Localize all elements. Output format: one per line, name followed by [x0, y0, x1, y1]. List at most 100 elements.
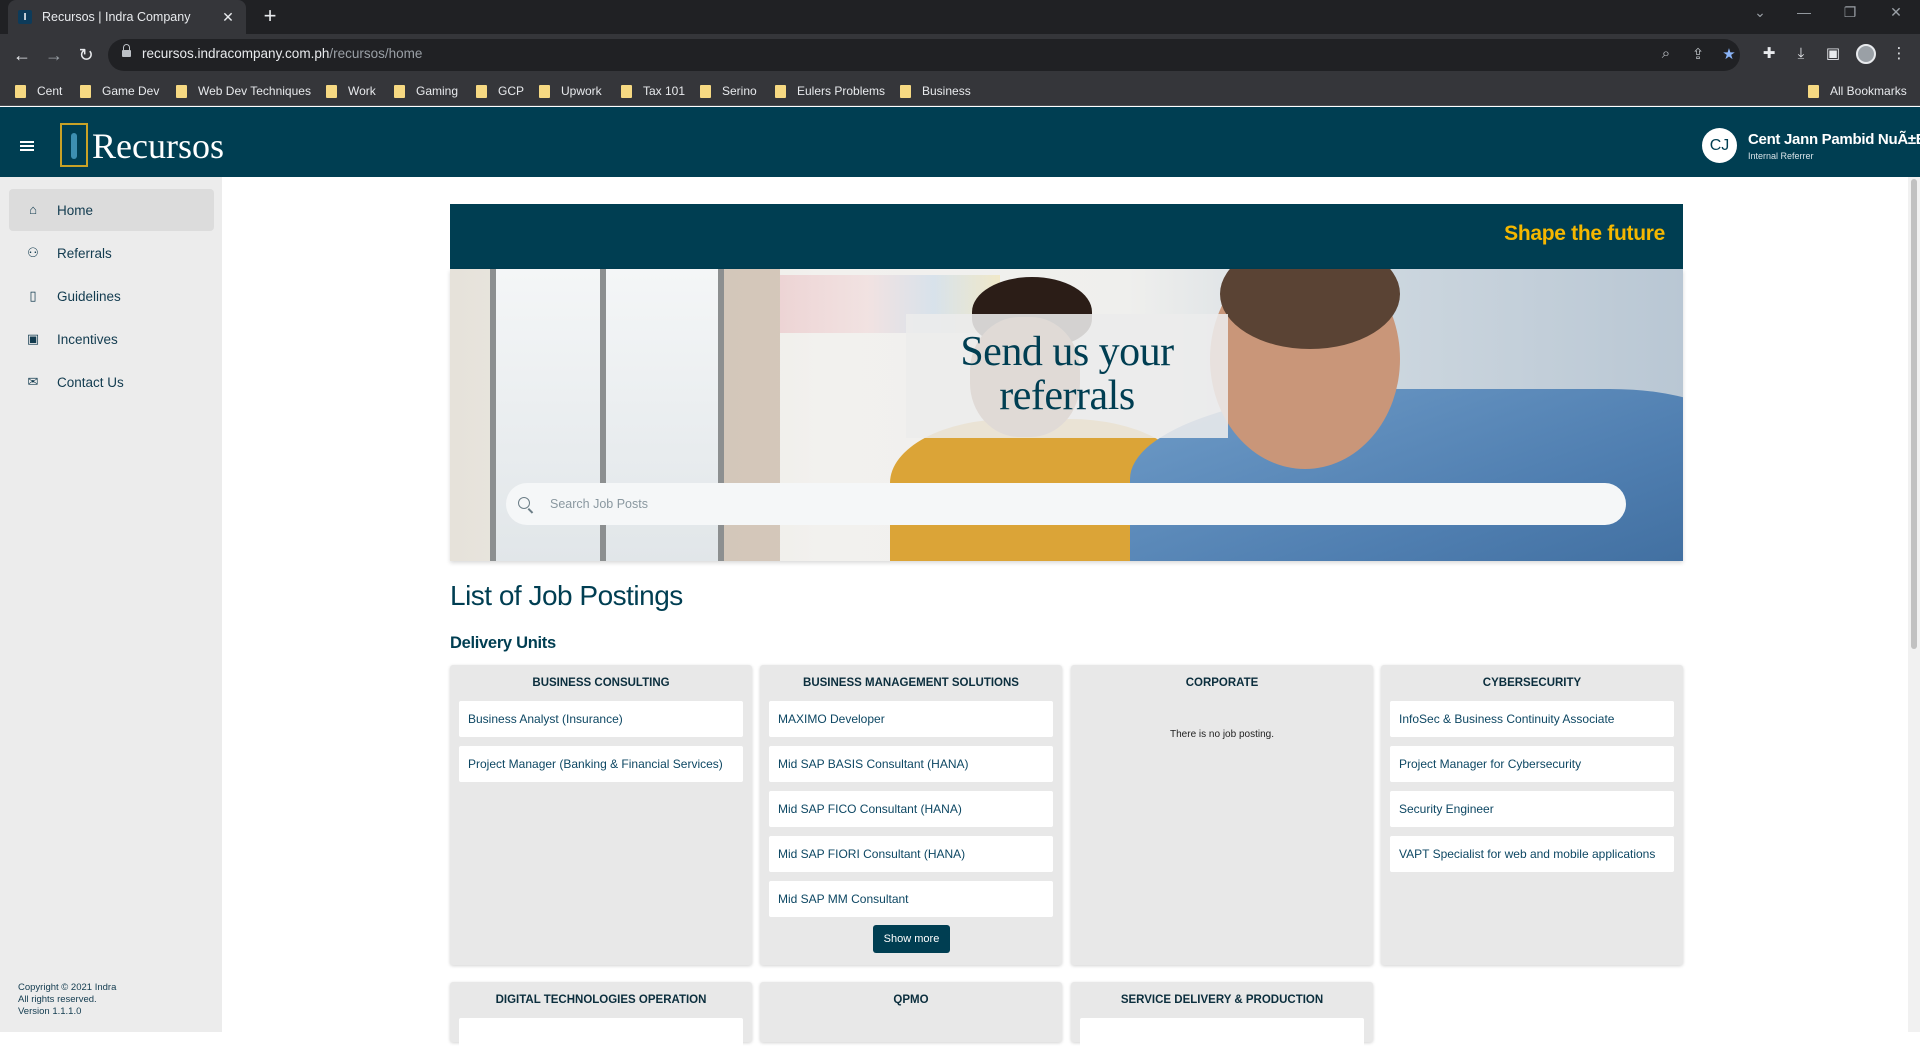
- job-posting-link[interactable]: [1080, 1018, 1364, 1054]
- search-bar[interactable]: [506, 483, 1626, 525]
- tab-title: Recursos | Indra Company: [42, 10, 191, 24]
- job-posting-link[interactable]: Mid SAP BASIS Consultant (HANA): [769, 746, 1053, 782]
- hero-tagline: Shape the future: [1504, 222, 1665, 245]
- bookmark-folder[interactable]: Work: [326, 84, 376, 98]
- hero-banner: Shape the future: [450, 204, 1683, 269]
- forward-icon[interactable]: →: [42, 43, 66, 67]
- sidebar-item-label: Guidelines: [57, 288, 121, 304]
- lock-icon[interactable]: [122, 44, 131, 59]
- folder-icon: [476, 84, 487, 98]
- unit-card-title: SERVICE DELIVERY & PRODUCTION: [1120, 994, 1324, 1006]
- job-posting-link[interactable]: Mid SAP MM Consultant: [769, 881, 1053, 917]
- back-icon[interactable]: ←: [10, 43, 34, 67]
- sidebar-item-referrals[interactable]: ⚇ Referrals: [9, 232, 214, 274]
- bookmark-label: Work: [348, 84, 376, 98]
- unit-card-title: QPMO: [893, 994, 929, 1006]
- sidebar-item-label: Referrals: [57, 245, 112, 261]
- profile-icon[interactable]: [1856, 44, 1876, 64]
- bookmark-label: Eulers Problems: [797, 84, 886, 98]
- extensions-icon[interactable]: ✚: [1758, 43, 1780, 65]
- bookmark-label: Tax 101: [643, 84, 686, 98]
- browser-tab[interactable]: I Recursos | Indra Company ✕: [8, 0, 246, 34]
- bookmark-folder[interactable]: Gaming: [394, 84, 458, 98]
- bookmark-folder[interactable]: Business: [900, 84, 971, 98]
- hamburger-menu-icon[interactable]: [20, 141, 34, 151]
- job-posting-link[interactable]: MAXIMO Developer: [769, 701, 1053, 737]
- unit-card-title: BUSINESS CONSULTING: [532, 677, 670, 689]
- version-text: Version 1.1.1.0: [18, 1006, 82, 1017]
- sidebar-item-guidelines[interactable]: ▯ Guidelines: [9, 275, 214, 317]
- user-role: Internal Referrer: [1748, 151, 1814, 161]
- sidebar-item-incentives[interactable]: ▣ Incentives: [9, 318, 214, 360]
- bookmark-label: Upwork: [561, 84, 602, 98]
- folder-icon: [326, 84, 337, 98]
- bookmark-label: Gaming: [416, 84, 459, 98]
- reload-icon[interactable]: ↻: [74, 43, 98, 67]
- tab-search-icon[interactable]: ⌄: [1746, 4, 1774, 21]
- job-posting-link[interactable]: Security Engineer: [1390, 791, 1674, 827]
- bookmark-label: Web Dev Techniques: [198, 84, 311, 98]
- gift-icon: ▣: [26, 331, 40, 346]
- minimize-button[interactable]: —: [1790, 4, 1818, 20]
- bookmark-folder[interactable]: Tax 101: [621, 84, 685, 98]
- unit-card-title: CYBERSECURITY: [1482, 677, 1582, 689]
- star-icon[interactable]: ★: [1719, 45, 1739, 63]
- share-icon[interactable]: ⇪: [1688, 45, 1708, 63]
- brand-title[interactable]: Recursos: [92, 125, 224, 167]
- download-icon[interactable]: ⤓: [1790, 43, 1812, 65]
- job-posting-link[interactable]: VAPT Specialist for web and mobile appli…: [1390, 836, 1674, 872]
- bookmark-folder[interactable]: Game Dev: [80, 84, 159, 98]
- user-avatar[interactable]: CJ: [1702, 128, 1737, 163]
- app-header: Recursos CJ Cent Jann Pambid NuÃ±Ez Inte…: [0, 107, 1920, 177]
- job-posting-link[interactable]: Project Manager (Banking & Financial Ser…: [459, 746, 743, 782]
- unit-card-title: DIGITAL TECHNOLOGIES OPERATION: [495, 994, 707, 1006]
- sidebar-item-contact-us[interactable]: ✉ Contact Us: [9, 361, 214, 403]
- sidepanel-icon[interactable]: ▣: [1822, 43, 1844, 65]
- bookmark-folder[interactable]: Cent: [15, 84, 62, 98]
- job-posting-link[interactable]: [459, 1018, 743, 1054]
- folder-icon: [539, 84, 550, 98]
- bookmark-folder[interactable]: Serino: [700, 84, 757, 98]
- folder-icon: [394, 84, 405, 98]
- url-domain: recursos.indracompany.com.ph: [142, 46, 330, 61]
- hero-image: Send us your referrals: [450, 269, 1683, 561]
- close-window-button[interactable]: ✕: [1882, 4, 1910, 21]
- job-posting-link[interactable]: Mid SAP FICO Consultant (HANA): [769, 791, 1053, 827]
- job-posting-link[interactable]: Mid SAP FIORI Consultant (HANA): [769, 836, 1053, 872]
- browser-toolbar: ← → ↻ recursos.indracompany.com.ph/recur…: [0, 34, 1920, 76]
- window-frame: [490, 269, 496, 561]
- zoom-icon[interactable]: ⌕: [1656, 45, 1676, 62]
- bookmark-folder[interactable]: Upwork: [539, 84, 602, 98]
- unit-card-title: CORPORATE: [1185, 677, 1259, 689]
- folder-icon: [621, 84, 632, 98]
- folder-icon: [775, 84, 786, 98]
- address-bar[interactable]: recursos.indracompany.com.ph/recursos/ho…: [108, 39, 1740, 71]
- show-more-button[interactable]: Show more: [873, 925, 950, 953]
- search-input[interactable]: [550, 497, 1600, 511]
- unit-card-business-consulting: BUSINESS CONSULTING Business Analyst (In…: [450, 665, 752, 965]
- people-icon: ⚇: [27, 245, 39, 260]
- bookmark-label: Serino: [722, 84, 757, 98]
- page-scrollbar[interactable]: [1908, 177, 1920, 1032]
- section-subtitle: Delivery Units: [450, 634, 556, 652]
- job-posting-link[interactable]: Project Manager for Cybersecurity: [1390, 746, 1674, 782]
- bookmark-label: GCP: [498, 84, 525, 98]
- job-posting-link[interactable]: Business Analyst (Insurance): [459, 701, 743, 737]
- scrollbar-thumb[interactable]: [1911, 179, 1917, 649]
- job-posting-link[interactable]: InfoSec & Business Continuity Associate: [1390, 701, 1674, 737]
- bookmark-folder[interactable]: GCP: [476, 84, 524, 98]
- restore-button[interactable]: ❐: [1836, 4, 1864, 21]
- bookmark-folder[interactable]: Eulers Problems: [775, 84, 885, 98]
- menu-icon[interactable]: ⋮: [1888, 43, 1910, 65]
- sidebar-item-home[interactable]: ⌂ Home: [9, 189, 214, 231]
- new-tab-button[interactable]: +: [258, 4, 282, 28]
- user-name[interactable]: Cent Jann Pambid NuÃ±Ez: [1748, 131, 1920, 148]
- folder-icon: [700, 84, 711, 98]
- book-icon: ▯: [29, 288, 37, 303]
- unit-card-business-management-solutions: BUSINESS MANAGEMENT SOLUTIONS MAXIMO Dev…: [760, 665, 1062, 965]
- all-bookmarks-folder[interactable]: All Bookmarks: [1808, 84, 1907, 98]
- hero-title-line: Send us your: [960, 329, 1174, 375]
- tab-close-icon[interactable]: ✕: [220, 9, 236, 26]
- sidebar: ⌂ Home ⚇ Referrals ▯ Guidelines ▣ Incent…: [0, 177, 222, 1032]
- bookmark-folder[interactable]: Web Dev Techniques: [176, 84, 311, 98]
